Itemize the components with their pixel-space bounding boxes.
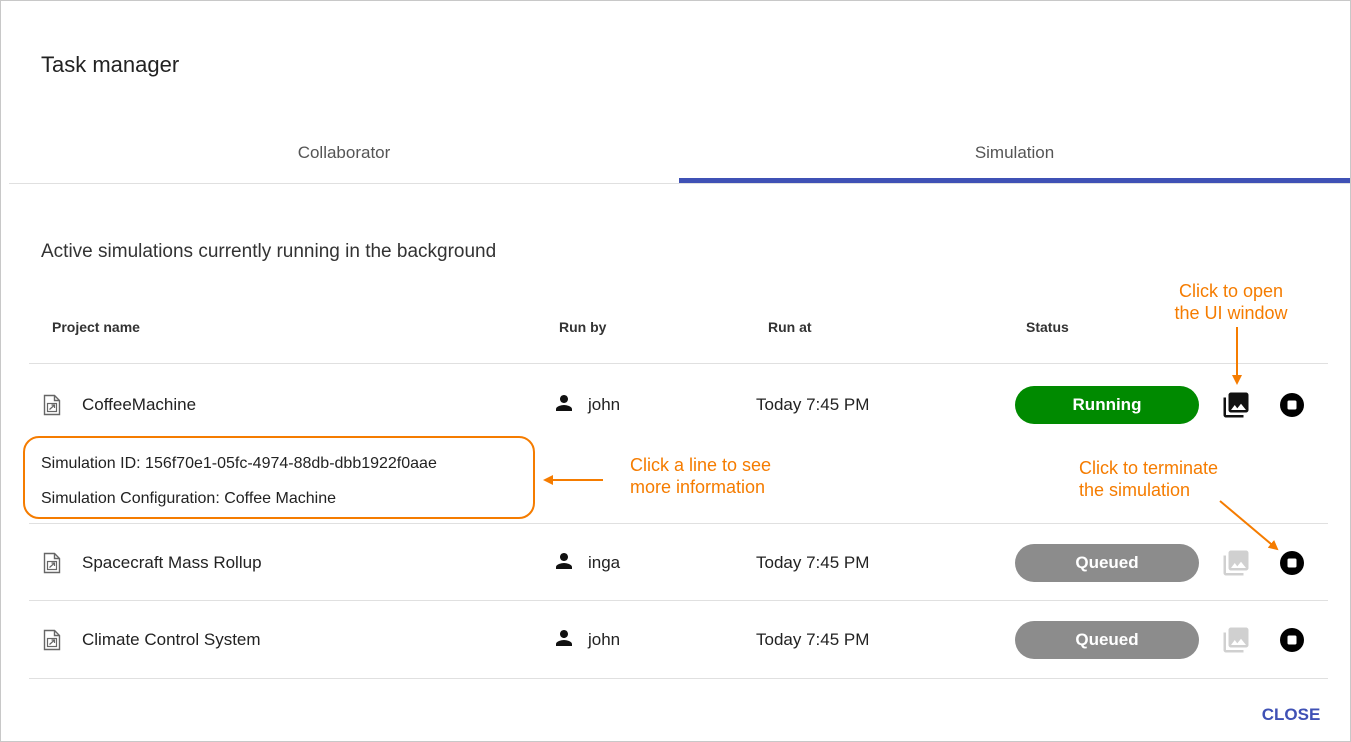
task-manager-dialog: Task manager Collaborator Simulation Act…	[0, 0, 1351, 742]
project-name: CoffeeMachine	[82, 394, 197, 414]
project-name: Climate Control System	[82, 629, 261, 649]
run-by-user: john	[588, 394, 621, 414]
open-ui-window-button[interactable]	[1221, 390, 1251, 420]
stop-circle-icon	[1280, 627, 1304, 652]
run-by-user: john	[588, 629, 621, 649]
annotation-terminate: Click to terminate the simulation	[1079, 457, 1218, 501]
simulation-id-text: Simulation ID: 156f70e1-05fc-4974-88db-d…	[41, 455, 437, 472]
file-link-icon	[43, 552, 61, 573]
status-badge: Running	[1015, 385, 1199, 424]
run-at-time: Today 7:45 PM	[756, 552, 870, 572]
annotation-line: Click to terminate	[1079, 458, 1219, 478]
status-badge: Queued	[1015, 543, 1199, 582]
photo-library-icon	[1223, 550, 1249, 575]
annotation-line: Click to open	[1178, 281, 1284, 301]
stop-simulation-button[interactable]	[1277, 625, 1307, 655]
stop-circle-icon	[1280, 550, 1304, 575]
table-row-climate-control-system[interactable]: Climate Control System john Today 7:45 P…	[29, 601, 1328, 678]
open-ui-window-button-disabled	[1221, 625, 1251, 655]
active-tab-indicator	[679, 178, 1350, 183]
column-header-project: Project name	[52, 319, 140, 335]
annotation-open-ui: Click to open the UI window	[1151, 280, 1311, 324]
table-row-spacecraft-mass-rollup[interactable]: Spacecraft Mass Rollup inga Today 7:45 P…	[29, 524, 1328, 601]
column-header-status: Status	[1026, 319, 1069, 335]
column-header-run-at: Run at	[768, 319, 812, 335]
dialog-title: Task manager	[41, 52, 180, 77]
table-row-coffeemachine[interactable]: CoffeeMachine john Today 7:45 PM Running	[29, 366, 1328, 443]
run-at-time: Today 7:45 PM	[756, 629, 870, 649]
photo-library-icon	[1223, 627, 1249, 652]
file-link-icon	[43, 394, 61, 415]
annotation-line-info: Click a line to see more information	[630, 454, 771, 498]
close-button[interactable]: CLOSE	[1251, 701, 1331, 729]
column-header-run-by: Run by	[559, 319, 607, 335]
open-ui-window-button-disabled	[1221, 548, 1251, 578]
run-at-time: Today 7:45 PM	[756, 394, 870, 414]
photo-library-icon	[1223, 392, 1249, 417]
divider	[29, 678, 1328, 679]
person-icon	[556, 629, 572, 646]
annotation-line: Click a line to see	[630, 455, 772, 475]
stop-simulation-button[interactable]	[1277, 548, 1307, 578]
tab-collaborator[interactable]: Collaborator	[9, 141, 679, 185]
run-by-user: inga	[588, 552, 621, 572]
divider	[29, 363, 1328, 364]
annotation-line: the simulation	[1079, 480, 1191, 500]
stop-circle-icon	[1280, 392, 1304, 417]
project-name: Spacecraft Mass Rollup	[82, 552, 262, 572]
person-icon	[556, 552, 572, 569]
annotation-line: more information	[630, 477, 766, 497]
annotation-line: the UI window	[1174, 303, 1288, 323]
person-icon	[556, 394, 572, 411]
section-subtitle: Active simulations currently running in …	[41, 241, 497, 262]
simulation-config-text: Simulation Configuration: Coffee Machine	[41, 490, 336, 507]
status-badge: Queued	[1015, 620, 1199, 659]
stop-simulation-button[interactable]	[1277, 390, 1307, 420]
file-link-icon	[43, 629, 61, 650]
tabs-divider	[9, 183, 1350, 184]
